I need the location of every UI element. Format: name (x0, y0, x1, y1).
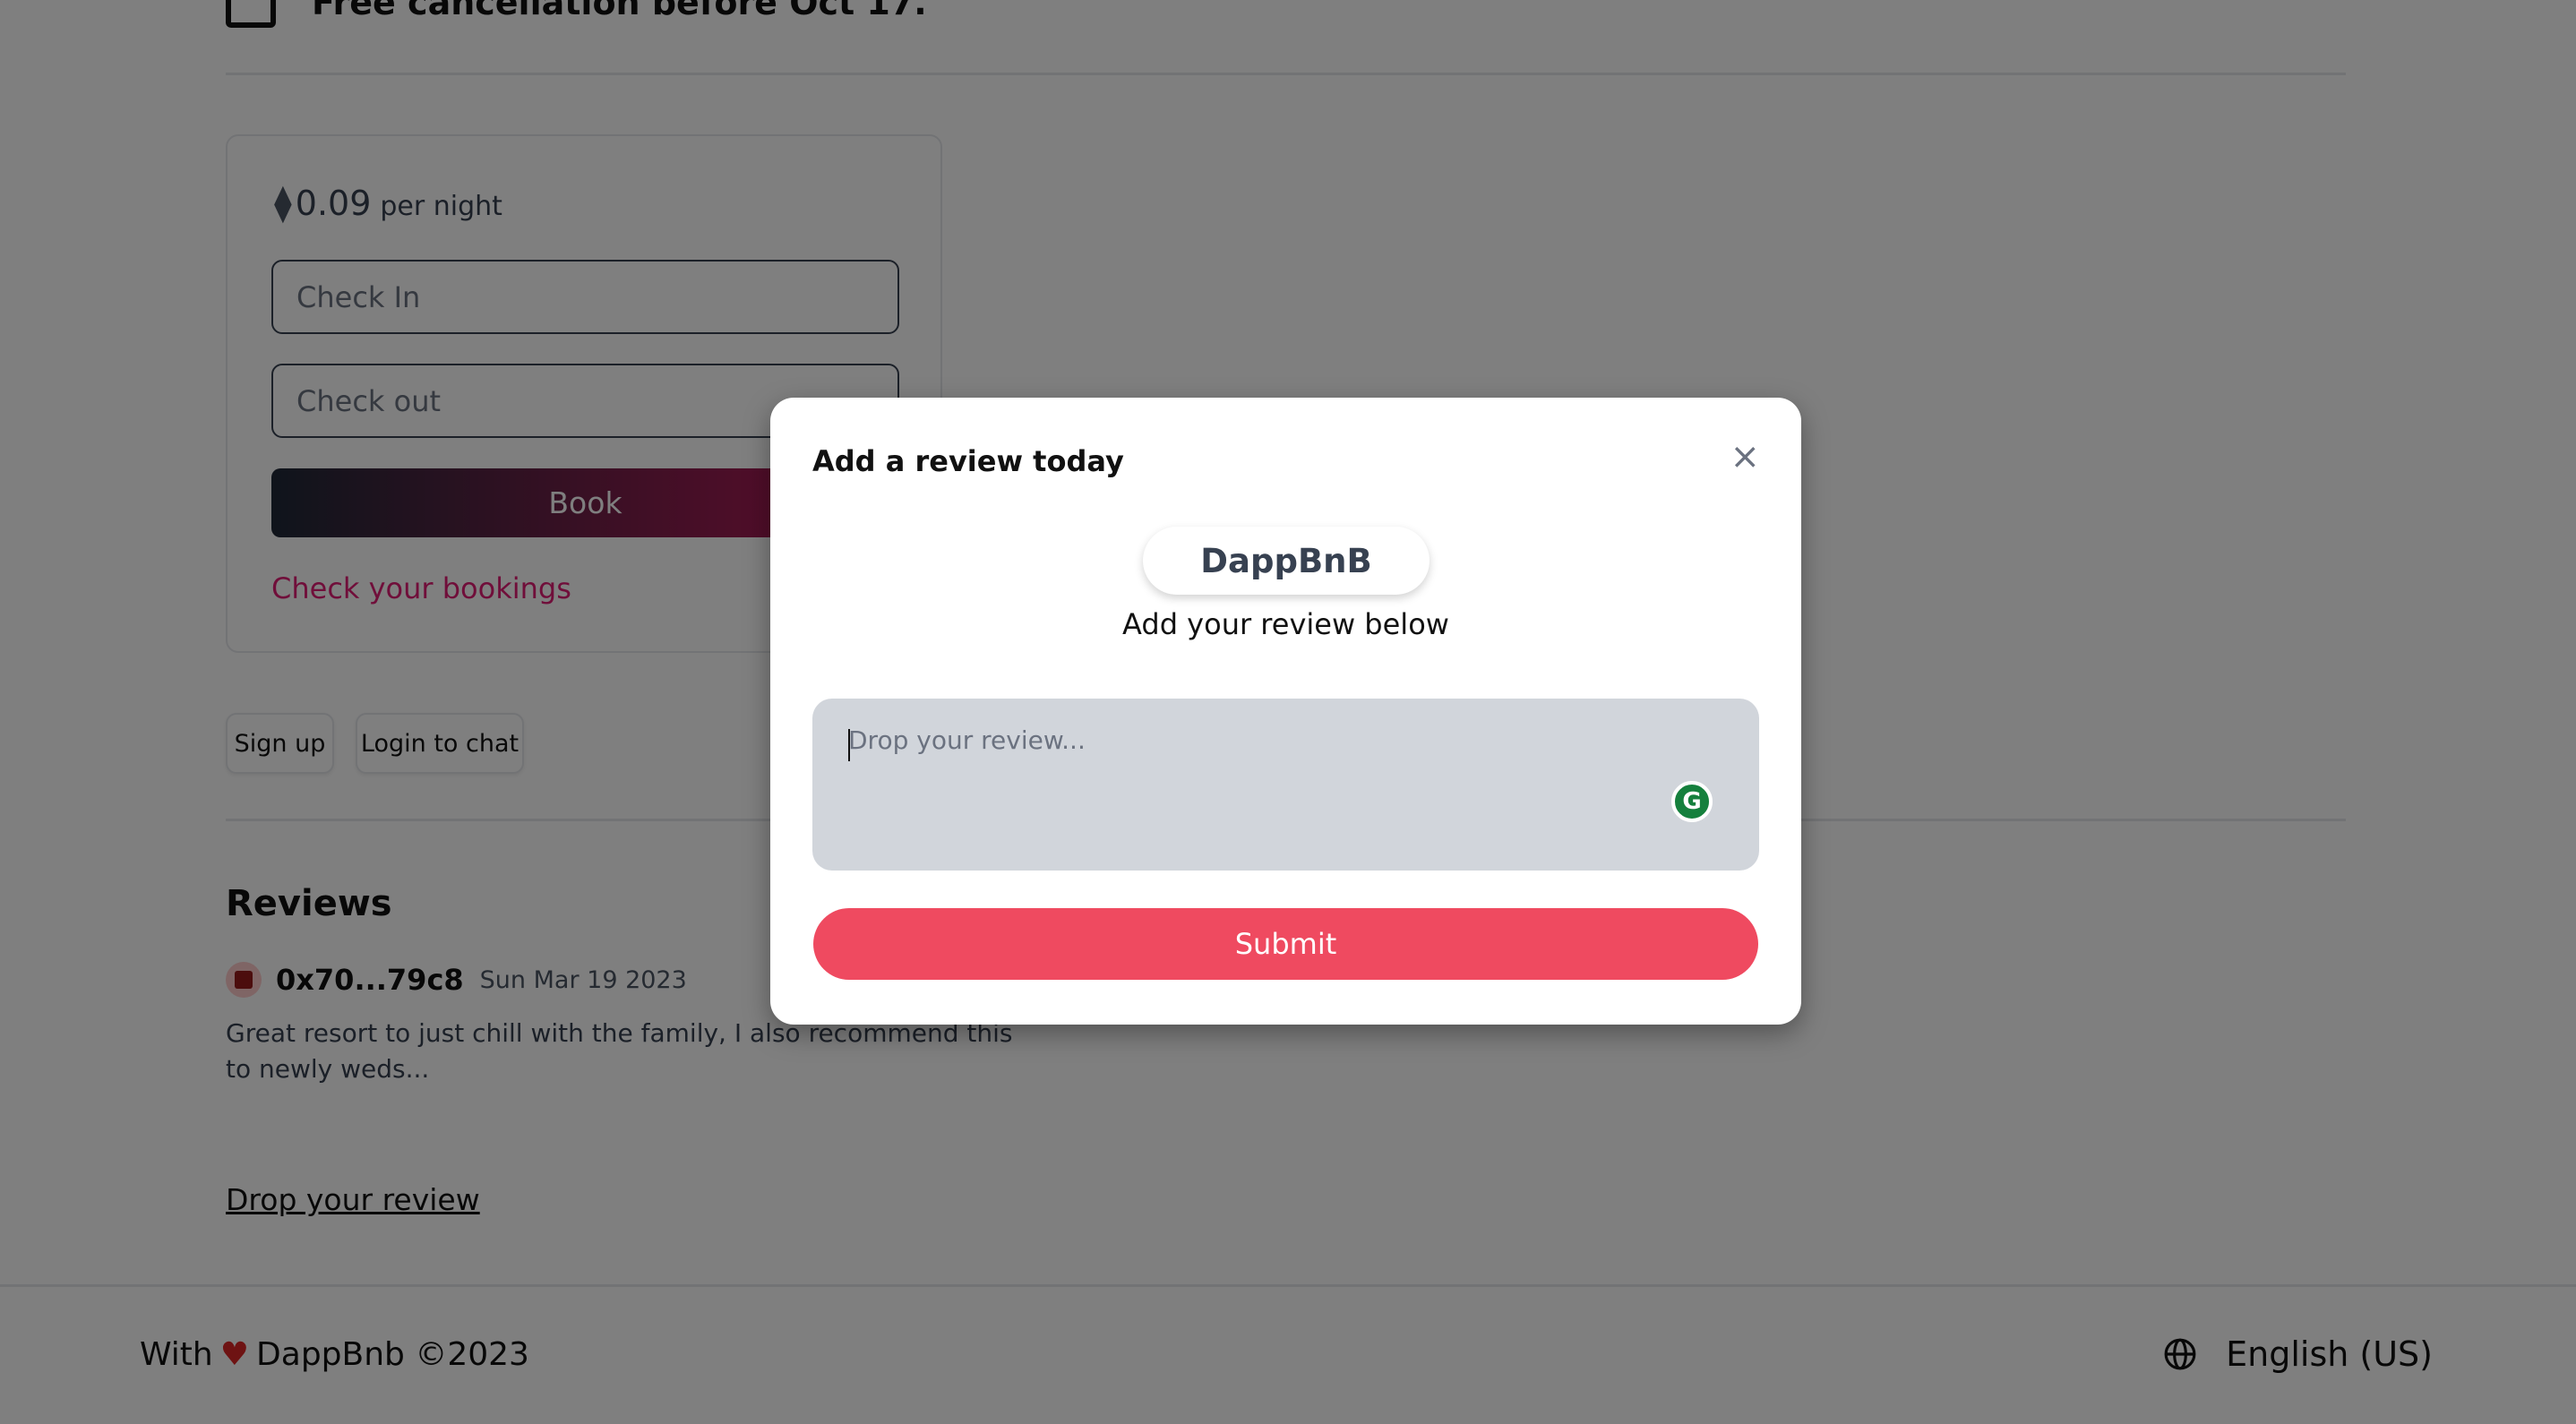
text-caret (848, 729, 850, 761)
modal-title: Add a review today (812, 444, 1124, 478)
review-placeholder: Drop your review... (848, 725, 1086, 755)
submit-button[interactable]: Submit (813, 908, 1758, 980)
grammarly-icon[interactable]: G (1671, 781, 1713, 822)
brand-badge: DappBnB (1143, 527, 1430, 595)
modal-subtitle: Add your review below (1122, 607, 1449, 641)
review-textarea[interactable]: Drop your review... G (812, 699, 1759, 871)
close-icon[interactable]: × (1730, 439, 1760, 475)
review-modal: Add a review today × DappBnB Add your re… (770, 398, 1801, 1025)
